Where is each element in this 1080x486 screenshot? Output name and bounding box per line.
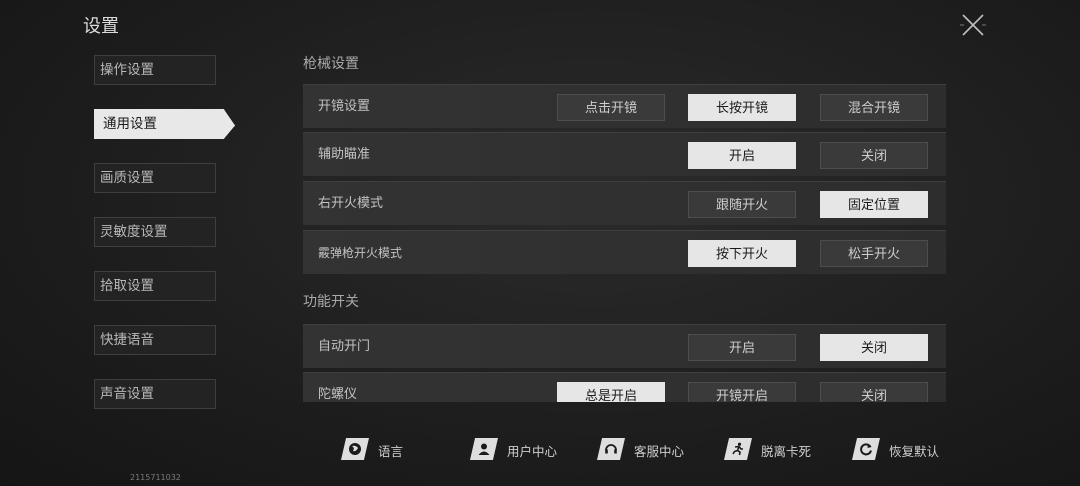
- section-title-weapon: 枪械设置: [303, 56, 359, 72]
- sidebar-item-label: 快捷语音: [100, 332, 154, 348]
- globe-icon: [341, 438, 369, 460]
- sidebar-item-pickup[interactable]: 拾取设置: [94, 271, 216, 301]
- option-hold-scope[interactable]: 长按开镜: [688, 94, 796, 121]
- page-title: 设置: [83, 16, 119, 37]
- option-tap-scope[interactable]: 点击开镜: [557, 94, 665, 121]
- reset-icon: [852, 438, 880, 460]
- option-mixed-scope[interactable]: 混合开镜: [820, 94, 928, 121]
- close-icon: [960, 14, 986, 36]
- option-auto-door-on[interactable]: 开启: [688, 334, 796, 361]
- close-button[interactable]: [960, 12, 986, 38]
- sidebar-item-graphics[interactable]: 画质设置: [94, 163, 216, 193]
- setting-label: 辅助瞄准: [318, 147, 371, 162]
- sidebar-item-label: 灵敏度设置: [100, 224, 168, 240]
- sidebar-item-label: 画质设置: [100, 170, 154, 186]
- option-aim-assist-on[interactable]: 开启: [688, 142, 796, 169]
- footer-label: 脱离卡死: [761, 444, 812, 459]
- setting-label: 开镜设置: [318, 99, 371, 114]
- sidebar-item-label: 声音设置: [100, 386, 154, 402]
- setting-label: 自动开门: [318, 339, 371, 354]
- option-follow-fire[interactable]: 跟随开火: [688, 191, 796, 218]
- sidebar-item-label: 操作设置: [100, 62, 154, 78]
- headset-icon: [597, 438, 625, 460]
- running-icon: [724, 438, 752, 460]
- option-release-fire[interactable]: 松手开火: [820, 240, 928, 267]
- sidebar-item-sensitivity[interactable]: 灵敏度设置: [94, 217, 216, 247]
- sidebar-item-sound[interactable]: 声音设置: [94, 379, 216, 409]
- footer-label: 恢复默认: [889, 444, 940, 459]
- option-press-fire[interactable]: 按下开火: [688, 240, 796, 267]
- sidebar-item-quick-voice[interactable]: 快捷语音: [94, 325, 216, 355]
- sidebar-item-label: 通用设置: [103, 116, 157, 132]
- sidebar-item-general[interactable]: 通用设置: [94, 109, 235, 139]
- setting-row-right-fire-mode: 右开火模式 跟随开火 固定位置: [303, 181, 946, 225]
- setting-label: 陀螺仪: [318, 387, 358, 402]
- sidebar-item-label: 拾取设置: [100, 278, 154, 294]
- settings-scroll-area[interactable]: 开镜设置 点击开镜 长按开镜 混合开镜 辅助瞄准 开启 关闭 右开火模式 跟随开…: [303, 84, 946, 402]
- setting-row-auto-open-door: 自动开门 开启 关闭: [303, 324, 946, 368]
- footer-label: 语言: [378, 444, 404, 459]
- option-aim-assist-off[interactable]: 关闭: [820, 142, 928, 169]
- option-gyro-scope[interactable]: 开镜开启: [688, 382, 796, 402]
- setting-row-shotgun-fire-mode: 霰弹枪开火模式 按下开火 松手开火: [303, 230, 946, 274]
- footer-label: 客服中心: [634, 444, 685, 459]
- setting-label: 右开火模式: [318, 196, 384, 211]
- setting-row-gyroscope: 陀螺仪 总是开启 开镜开启 关闭: [303, 372, 946, 402]
- footer-label: 用户中心: [507, 444, 558, 459]
- setting-row-scope: 开镜设置 点击开镜 长按开镜 混合开镜: [303, 84, 946, 128]
- option-gyro-always[interactable]: 总是开启: [557, 382, 665, 402]
- user-icon: [470, 438, 498, 460]
- setting-row-aim-assist: 辅助瞄准 开启 关闭: [303, 132, 946, 176]
- build-id: 2115711032: [130, 473, 181, 482]
- sidebar-item-controls[interactable]: 操作设置: [94, 55, 216, 85]
- section-title-function: 功能开关: [303, 294, 359, 310]
- option-fixed-position[interactable]: 固定位置: [820, 191, 928, 218]
- option-auto-door-off[interactable]: 关闭: [820, 334, 928, 361]
- option-gyro-off[interactable]: 关闭: [820, 382, 928, 402]
- setting-label: 霰弹枪开火模式: [318, 246, 403, 260]
